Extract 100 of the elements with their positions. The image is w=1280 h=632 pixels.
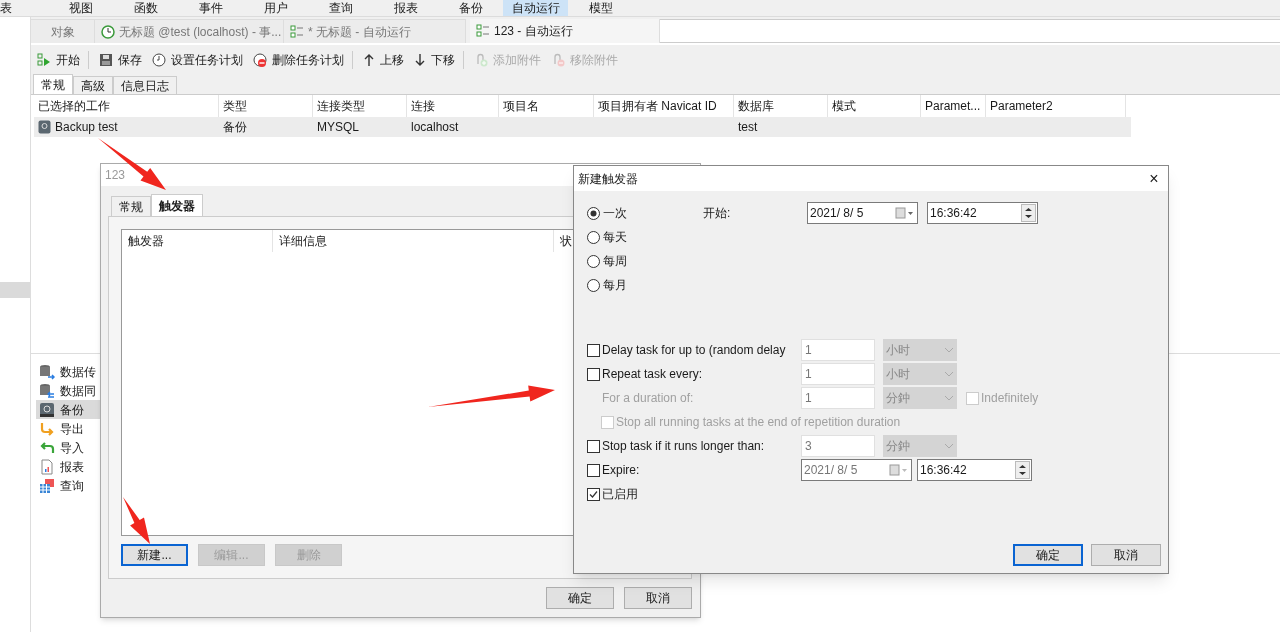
clock-icon [152, 53, 166, 67]
checkbox[interactable] [587, 367, 600, 381]
dialog-button[interactable]: 取消 [624, 587, 692, 609]
radio-button[interactable] [587, 278, 600, 292]
spinner-arrows-icon[interactable] [1015, 461, 1030, 479]
paperclip-minus-icon [551, 53, 565, 67]
tab[interactable]: 信息日志 [113, 76, 177, 94]
toolbar-button[interactable]: 删除任务计划 [251, 49, 346, 71]
dialog-button[interactable]: 取消 [1091, 544, 1161, 566]
column-header[interactable]: 触发器 [122, 230, 273, 252]
option-label: Stop task if it runs longer than: [601, 438, 765, 455]
option-label: Delay task for up to (random delay [601, 342, 786, 359]
menu-item[interactable]: 表 [0, 0, 12, 16]
time-field[interactable]: 16:36:42 [927, 202, 1038, 224]
report-icon [39, 458, 55, 475]
menu-item[interactable]: 视图 [48, 0, 113, 16]
calendar-dropdown-icon[interactable] [895, 207, 915, 219]
menu-item[interactable]: 事件 [178, 0, 243, 16]
table-row[interactable]: Backup test 备份 MYSQL localhost test [34, 117, 1131, 137]
toolbar-button[interactable]: 保存 [97, 49, 144, 71]
document-tab[interactable]: 对象 [31, 19, 95, 43]
checkbox[interactable] [587, 487, 600, 501]
chevron-down-icon [944, 371, 954, 377]
tool-list-item[interactable]: 数据同 [36, 381, 100, 400]
import-arrow-icon [39, 439, 55, 456]
dialog-title: 新建触发器 [578, 170, 638, 188]
toolbar-button[interactable]: 上移 [361, 49, 406, 71]
backup-icon [39, 401, 55, 418]
checkbox[interactable] [587, 343, 600, 357]
toolbar-button[interactable]: 下移 [412, 49, 457, 71]
option-label: For a duration of: [601, 390, 694, 407]
annotation-arrow [123, 497, 150, 544]
table-cell-text: MYSQL [316, 119, 360, 136]
play-list-icon [37, 53, 51, 67]
document-tab[interactable]: 123 - 自动运行 [470, 19, 660, 43]
radio-label: 每周 [603, 253, 627, 270]
checkbox[interactable] [587, 439, 600, 453]
option-label: 已启用 [601, 486, 638, 503]
checkbox[interactable] [587, 463, 600, 477]
arrow-down-icon [414, 53, 426, 67]
tab[interactable]: 常规 [111, 196, 151, 216]
time-field[interactable]: 16:36:42 [917, 459, 1032, 481]
document-tab[interactable]: 无标题 @test (localhost) - 事... [95, 19, 284, 43]
tool-list-item[interactable]: 导出 [36, 419, 100, 438]
date-field[interactable]: 2021/ 8/ 5 [807, 202, 918, 224]
option-label: Repeat task every: [601, 366, 703, 383]
tool-list-item[interactable]: 备份 [36, 400, 100, 419]
paperclip-plus-icon [474, 53, 488, 67]
option-label: Expire: [601, 462, 640, 479]
chevron-down-icon [944, 443, 954, 449]
dialog-button[interactable]: 确定 [546, 587, 614, 609]
radio-label: 每月 [603, 277, 627, 294]
backup-icon [38, 120, 51, 134]
chevron-down-icon [944, 347, 954, 353]
table-cell-text: test [737, 119, 759, 136]
radio-button[interactable] [587, 206, 600, 220]
table-cell-text: localhost [410, 119, 460, 136]
tab[interactable]: 触发器 [151, 194, 203, 216]
option-label: Stop all running tasks at the end of repetition duration [615, 414, 901, 431]
toolbar-button[interactable]: 设置任务计划 [150, 49, 245, 71]
document-tab[interactable]: * 无标题 - 自动运行 [284, 19, 466, 43]
dialog-button[interactable]: 新建... [121, 544, 188, 566]
column-header[interactable]: 详细信息 [273, 230, 554, 252]
table-cell: Backup test [34, 117, 219, 137]
menu-item[interactable]: 函数 [113, 0, 178, 16]
menu-item[interactable]: 用户 [243, 0, 308, 16]
dialog-button[interactable]: 确定 [1013, 544, 1083, 566]
field-label: 开始: [703, 205, 732, 222]
number-field[interactable]: 3 [801, 435, 875, 457]
number-field[interactable]: 1 [801, 363, 875, 385]
database-sync-icon [39, 382, 55, 399]
menu-item[interactable]: 查询 [308, 0, 373, 16]
table-icon [39, 477, 55, 494]
toolbar-button[interactable]: 开始 [35, 49, 82, 71]
close-button[interactable]: × [1146, 170, 1162, 187]
arrow-up-icon [363, 53, 375, 67]
tool-list-item[interactable]: 导入 [36, 438, 100, 457]
chevron-down-icon [944, 395, 954, 401]
menu-item[interactable]: 自动运行 [503, 0, 568, 16]
number-field[interactable]: 1 [801, 339, 875, 361]
clock-icon [101, 24, 115, 39]
tool-list-item[interactable]: 报表 [36, 457, 100, 476]
option-label: Indefinitely [981, 390, 1039, 407]
tab[interactable]: 常规 [33, 74, 73, 94]
radio-button[interactable] [587, 230, 600, 244]
checklist-icon [476, 24, 490, 38]
tab[interactable]: 高级 [73, 76, 113, 94]
spinner-arrows-icon[interactable] [1021, 204, 1036, 222]
menu-item[interactable]: 模型 [568, 0, 633, 16]
clock-minus-icon [253, 53, 267, 67]
database-arrow-icon [39, 363, 55, 380]
checklist-icon [290, 24, 304, 39]
menu-item[interactable]: 备份 [438, 0, 503, 16]
export-arrow-icon [39, 420, 55, 437]
tool-list-item[interactable]: 数据传 [36, 362, 100, 381]
menu-item[interactable]: 报表 [373, 0, 438, 16]
date-field: 2021/ 8/ 5 [801, 459, 912, 481]
save-icon [99, 53, 113, 67]
tool-list-item[interactable]: 查询 [36, 476, 100, 495]
radio-button[interactable] [587, 254, 600, 268]
